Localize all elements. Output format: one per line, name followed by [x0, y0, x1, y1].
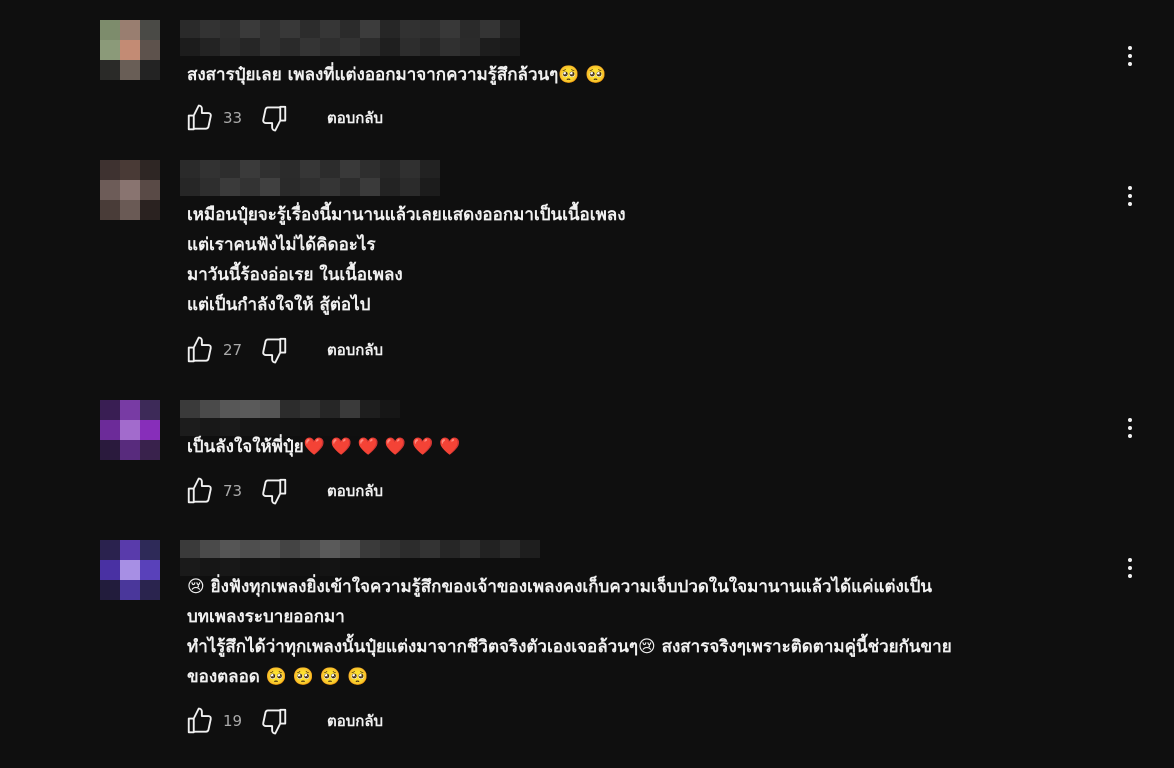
like-count: 19 [223, 712, 243, 730]
thumb-up-icon[interactable] [185, 335, 215, 365]
thumb-up-icon[interactable] [185, 706, 215, 736]
comment-actions: 73 ตอบกลับ [185, 477, 383, 505]
more-vert-icon[interactable] [1120, 180, 1140, 212]
more-vert-icon[interactable] [1120, 412, 1140, 444]
comment-text: สงสารปุ๋ยเลย เพลงที่แต่งออกมาจากความรู้ส… [187, 65, 607, 85]
comment-actions: 33 ตอบกลับ [185, 104, 383, 132]
reply-button[interactable]: ตอบกลับ [327, 338, 383, 362]
more-vert-icon[interactable] [1120, 552, 1140, 584]
thumb-down-icon[interactable] [259, 103, 289, 133]
thumb-up-icon[interactable] [185, 476, 215, 506]
author-name-redacted[interactable] [180, 400, 400, 436]
reply-button[interactable]: ตอบกลับ [327, 479, 383, 503]
thumb-up-icon[interactable] [185, 103, 215, 133]
avatar[interactable] [100, 540, 160, 600]
like-count: 73 [223, 482, 243, 500]
comment-actions: 19 ตอบกลับ [185, 707, 383, 735]
comment-text: 😢 ยิ่งฟังทุกเพลงยิ่งเข้าใจความรู้สึกของเ… [187, 577, 952, 687]
author-name-redacted[interactable] [180, 20, 520, 56]
thumb-down-icon[interactable] [259, 335, 289, 365]
avatar[interactable] [100, 20, 160, 80]
avatar[interactable] [100, 160, 160, 220]
author-name-redacted[interactable] [180, 540, 540, 576]
author-name-redacted[interactable] [180, 160, 440, 196]
reply-button[interactable]: ตอบกลับ [327, 106, 383, 130]
like-count: 27 [223, 341, 243, 359]
avatar[interactable] [100, 400, 160, 460]
like-count: 33 [223, 109, 243, 127]
more-vert-icon[interactable] [1120, 40, 1140, 72]
reply-button[interactable]: ตอบกลับ [327, 709, 383, 733]
comment-text: เป็นลังใจให้พี่ปุ๋ย❤️ ❤️ ❤️ ❤️ ❤️ ❤️ [187, 437, 461, 457]
thumb-down-icon[interactable] [259, 706, 289, 736]
thumb-down-icon[interactable] [259, 476, 289, 506]
comment-actions: 27 ตอบกลับ [185, 336, 383, 364]
comment-text: เหมือนปุ๋ยจะรู้เรื่องนี้มานานแล้วเลยแสดง… [187, 205, 626, 315]
